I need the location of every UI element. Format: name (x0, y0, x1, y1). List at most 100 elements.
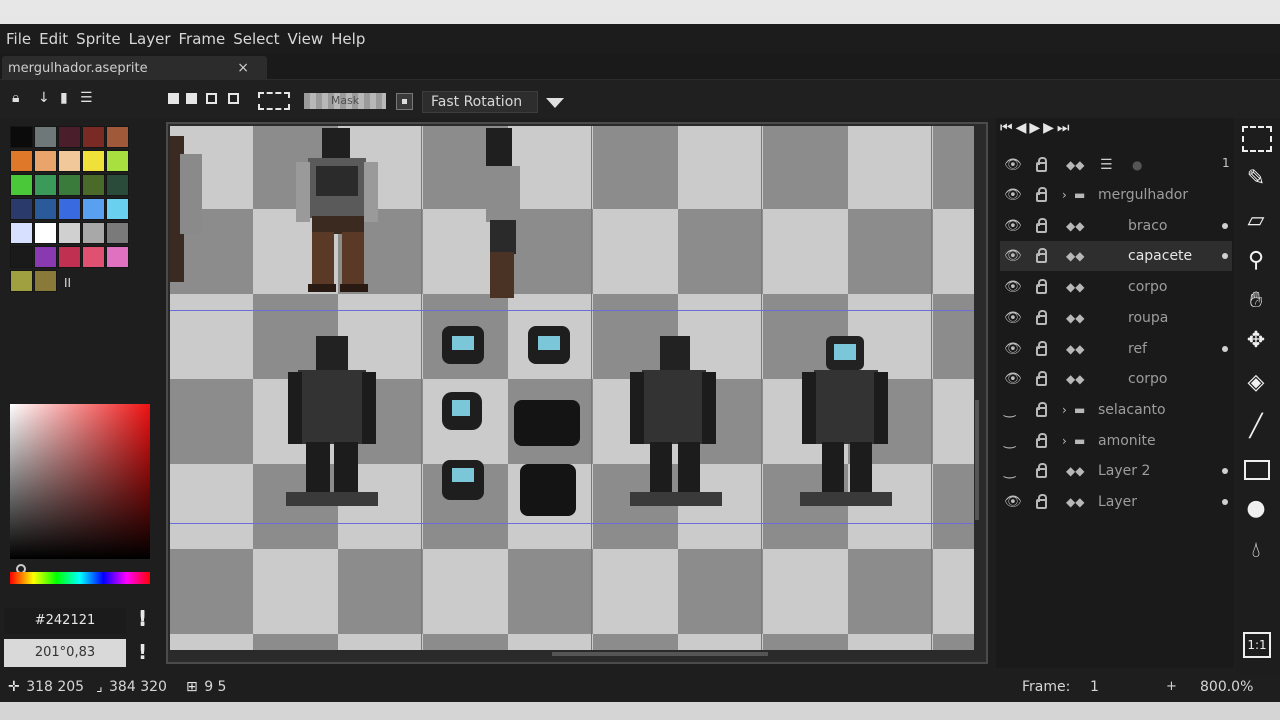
palette-swatch[interactable] (34, 222, 57, 244)
eye-closed-icon[interactable]: ‿ (1004, 433, 1015, 449)
pencil-icon[interactable]: ✎ (1240, 164, 1272, 194)
palette-swatch[interactable] (34, 174, 57, 196)
eye-icon[interactable]: 👁︎ (1004, 341, 1022, 357)
palette-swatch[interactable] (106, 198, 129, 220)
layer-name[interactable]: mergulhador (1098, 187, 1188, 203)
frame-number-header[interactable]: 1 (1222, 156, 1230, 170)
frame-field[interactable]: 1 (1090, 679, 1099, 695)
menu-file[interactable]: File (6, 30, 31, 48)
onion-skin-icon[interactable]: ● (1132, 158, 1142, 172)
layer-row[interactable]: ‿ ◆◆ Layer 2 (1000, 456, 1232, 486)
layer-row[interactable]: 👁︎ › ▬ mergulhador (1000, 180, 1232, 210)
palette-swatch[interactable] (58, 174, 81, 196)
eye-icon[interactable]: 👁︎ (1004, 494, 1022, 510)
lock-icon[interactable] (1036, 463, 1047, 478)
eye-icon[interactable]: 👁︎ (1004, 157, 1022, 173)
lock-icon[interactable] (1036, 187, 1047, 202)
vertical-scrollbar[interactable] (975, 400, 979, 520)
eye-icon[interactable]: 👁︎ (1004, 279, 1022, 295)
rotation-algorithm-select[interactable]: Fast Rotation (422, 91, 538, 113)
palette-swatch[interactable] (34, 198, 57, 220)
layer-name[interactable]: amonite (1098, 433, 1156, 449)
transparent-selection-icon[interactable] (258, 92, 290, 110)
layer-name[interactable]: corpo (1128, 371, 1167, 387)
palette-swatch[interactable] (34, 246, 57, 268)
continuous-icon[interactable]: ◆◆ (1066, 249, 1084, 263)
canvas-viewport[interactable] (166, 122, 988, 664)
selection-add-icon[interactable] (186, 93, 197, 104)
layer-name[interactable]: ref (1128, 341, 1147, 357)
plus-icon[interactable]: + (1166, 679, 1177, 694)
layer-name[interactable]: selacanto (1098, 402, 1166, 418)
layer-row[interactable]: ‿ › ▬ amonite (1000, 426, 1232, 456)
palette-swatch[interactable] (34, 126, 57, 148)
eye-closed-icon[interactable]: ‿ (1004, 402, 1015, 418)
lock-icon[interactable] (1036, 371, 1047, 386)
layer-row[interactable]: 👁︎ ◆◆ braco (1000, 211, 1232, 241)
cel-icon[interactable] (1222, 468, 1228, 474)
menu-help[interactable]: Help (331, 30, 365, 48)
layer-row[interactable]: 👁︎ ◆◆ roupa (1000, 303, 1232, 333)
palette-swatch[interactable] (34, 150, 57, 172)
lock-icon[interactable] (1036, 157, 1047, 172)
close-tab-icon[interactable]: × (237, 60, 249, 76)
palette-swatch[interactable] (10, 270, 33, 292)
ratio-icon[interactable]: 1:1 (1243, 632, 1271, 658)
drop-icon[interactable]: 💧︎ (1240, 536, 1272, 566)
layer-row[interactable]: 👁︎ ◆◆ corpo (1000, 364, 1232, 394)
palette-swatch[interactable] (58, 126, 81, 148)
palette-swatch[interactable] (10, 126, 33, 148)
eye-icon[interactable]: 👁︎ (1004, 248, 1022, 264)
menu-list-icon[interactable]: ☰ (1100, 157, 1113, 173)
palette-pause-icon[interactable]: II (64, 276, 71, 290)
palette-swatch[interactable] (82, 246, 105, 268)
chevron-down-icon[interactable] (546, 98, 564, 108)
palette-swatch[interactable] (58, 198, 81, 220)
download-icon[interactable]: ↓ (38, 90, 50, 106)
hue-slider[interactable] (10, 572, 150, 584)
hex-color-field[interactable]: #242121 (4, 608, 126, 634)
menu-list-icon[interactable]: ☰ (80, 90, 93, 106)
palette-swatch[interactable] (82, 174, 105, 196)
continuous-icon[interactable]: ◆◆ (1066, 464, 1084, 478)
sprite-canvas[interactable] (170, 126, 974, 650)
palette-swatch[interactable] (10, 150, 33, 172)
marquee-icon[interactable] (1242, 126, 1272, 152)
layer-row[interactable]: 👁︎ ◆◆ corpo (1000, 272, 1232, 302)
menu-sprite[interactable]: Sprite (76, 30, 121, 48)
lock-icon[interactable] (1036, 494, 1047, 509)
cel-icon[interactable] (1222, 499, 1228, 505)
palette-swatch[interactable] (10, 198, 33, 220)
menu-edit[interactable]: Edit (39, 30, 68, 48)
link-icon[interactable]: ◆◆ (1066, 158, 1084, 172)
palette-swatch[interactable] (106, 246, 129, 268)
mask-color-button[interactable]: Mask (304, 93, 386, 109)
continuous-icon[interactable]: ◆◆ (1066, 311, 1084, 325)
blur-icon[interactable]: ● (1240, 494, 1272, 524)
document-tab[interactable]: mergulhador.aseprite × (2, 56, 267, 80)
continuous-icon[interactable]: ◆◆ (1066, 495, 1084, 509)
chevron-right-icon[interactable]: › (1062, 434, 1067, 448)
menu-layer[interactable]: Layer (129, 30, 171, 48)
color-picker-area[interactable] (10, 404, 150, 559)
zoom-field[interactable]: 800.0% (1200, 679, 1253, 695)
palette-swatch[interactable] (58, 150, 81, 172)
palette-swatch[interactable] (106, 222, 129, 244)
layer-row[interactable]: ‿ › ▬ selacanto (1000, 395, 1232, 425)
layer-name[interactable]: corpo (1128, 279, 1167, 295)
lock-icon[interactable] (1036, 341, 1047, 356)
lock-icon[interactable] (1036, 218, 1047, 233)
lock-icon[interactable] (1036, 248, 1047, 263)
selection-subtract-icon[interactable] (206, 93, 217, 104)
menu-frame[interactable]: Frame (179, 30, 226, 48)
layer-row[interactable]: 👁︎ ◆◆ Layer (1000, 487, 1232, 517)
line-icon[interactable]: ╱ (1240, 412, 1272, 442)
eye-icon[interactable]: 👁︎ (1004, 371, 1022, 387)
lock-icon[interactable] (1036, 402, 1047, 417)
palette-swatch[interactable] (106, 174, 129, 196)
bucket-icon[interactable]: ◈ (1240, 368, 1272, 398)
layer-name[interactable]: braco (1128, 218, 1167, 234)
palette-swatch[interactable] (34, 270, 57, 292)
layer-name[interactable]: Layer 2 (1098, 463, 1150, 479)
palette-swatch[interactable] (82, 126, 105, 148)
